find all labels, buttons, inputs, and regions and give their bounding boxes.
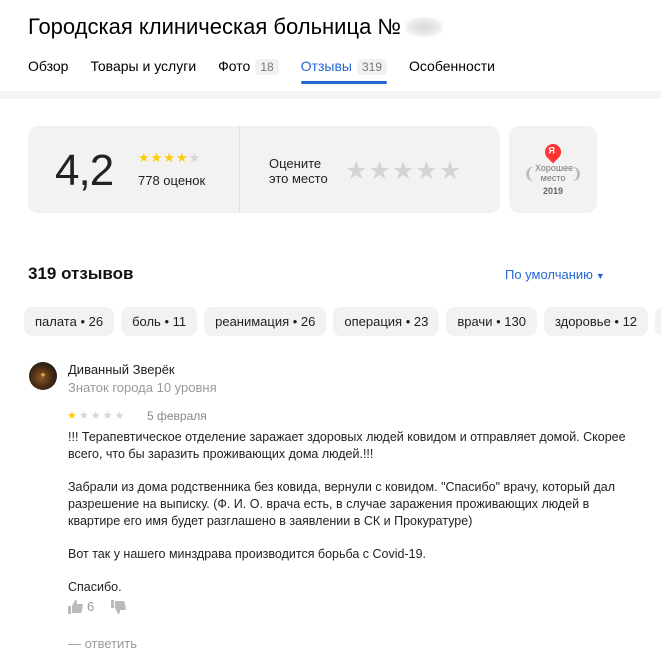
tab-bar: Обзор Товары и услуги Фото 18 Отзывы 319 О… [28, 58, 517, 84]
like-count: 6 [87, 599, 95, 614]
star-icon: ★ [90, 410, 103, 422]
rate-prompt: Оцените это место [269, 156, 328, 186]
tab-reviews-count: 319 [356, 59, 387, 75]
reply-link[interactable]: — ответить [68, 636, 137, 651]
rate-star-4-icon[interactable]: ★ [415, 157, 438, 185]
review-stars: ★★★★★ [67, 409, 126, 422]
star-icon: ★ [78, 410, 91, 422]
star-icon: ★ [138, 150, 151, 165]
chip-operatsiya[interactable]: операция • 23 [333, 307, 440, 336]
rate-star-5-icon[interactable]: ★ [439, 157, 462, 185]
chevron-down-icon: ▼ [595, 271, 605, 281]
review-date: 5 февраля [147, 409, 207, 423]
card-divider [239, 126, 240, 213]
review-text: !!! Терапевтическое отделение заражает з… [68, 429, 628, 612]
rate-star-2-icon[interactable]: ★ [368, 157, 391, 185]
star-icon: ★ [114, 410, 127, 422]
review-paragraph: Забрали из дома родственника без ковида,… [68, 480, 615, 528]
rating-card: 4,2 ★★★★★ 778 оценок Оцените это место ★… [28, 126, 500, 213]
tab-reviews[interactable]: Отзывы 319 [300, 58, 388, 84]
star-icon: ★ [102, 410, 115, 422]
sort-dropdown[interactable]: По умолчанию ▼ [505, 267, 605, 282]
rating-value: 4,2 [55, 146, 114, 195]
chip-zdorovye[interactable]: здоровье • 12 [543, 307, 649, 336]
sort-label: По умолчанию [505, 267, 593, 282]
rating-stars: ★★★★★ [138, 150, 201, 166]
section-divider [0, 91, 661, 99]
rate-stars-input[interactable]: ★★★★★ [345, 156, 462, 186]
review-paragraph: Вот так у нашего минздрава производится … [68, 547, 427, 561]
rating-count: 778 оценок [138, 173, 206, 188]
page-title-text: Городская клиническая больница № [28, 14, 402, 39]
award-text: Хорошее место [535, 163, 574, 183]
tab-photos-count: 18 [255, 59, 279, 75]
award-year: 2019 [542, 186, 564, 196]
reviews-heading: 319 отзывов [28, 264, 134, 283]
tab-features[interactable]: Особенности [409, 58, 495, 84]
star-icon: ★ [188, 150, 202, 165]
chip-bol[interactable]: боль • 11 [121, 307, 198, 336]
star-icon: ★ [175, 150, 189, 165]
tab-goods-services[interactable]: Товары и услуги [90, 58, 196, 84]
keyword-chips: палата • 26 боль • 11 реанимация • 26 оп… [24, 307, 661, 336]
avatar[interactable]: ✦ [29, 362, 57, 390]
rate-star-3-icon[interactable]: ★ [392, 157, 415, 185]
star-icon: ★ [163, 150, 176, 165]
chip-vrachi[interactable]: врачи • 130 [446, 307, 537, 336]
reactions: 6 [67, 599, 127, 614]
thumbs-down-icon[interactable] [110, 599, 127, 614]
author-level: Знаток города 10 уровня [68, 380, 217, 395]
chip-palata[interactable]: палата • 26 [24, 307, 115, 336]
thumbs-up-icon[interactable] [67, 599, 83, 614]
redacted-number [405, 17, 444, 37]
review-author[interactable]: Диванный Зверёк [68, 362, 175, 377]
rate-star-1-icon[interactable]: ★ [345, 157, 368, 185]
chip-reanimatsiya[interactable]: реанимация • 26 [204, 307, 327, 336]
star-icon: ★ [67, 410, 79, 422]
tab-photos[interactable]: Фото 18 [218, 58, 279, 84]
review-paragraph: Спасибо. [68, 580, 122, 594]
page-title: Городская клиническая больница № [28, 14, 444, 40]
chip-truncated[interactable]: ме [655, 307, 661, 336]
yandex-pin-icon: Я [541, 140, 565, 164]
star-icon: ★ [150, 150, 164, 165]
review-paragraph: !!! Терапевтическое отделение заражает з… [68, 430, 626, 461]
award-badge[interactable]: Я ❨ ❩ Хорошее место 2019 [509, 126, 597, 213]
tab-overview[interactable]: Обзор [28, 58, 68, 84]
